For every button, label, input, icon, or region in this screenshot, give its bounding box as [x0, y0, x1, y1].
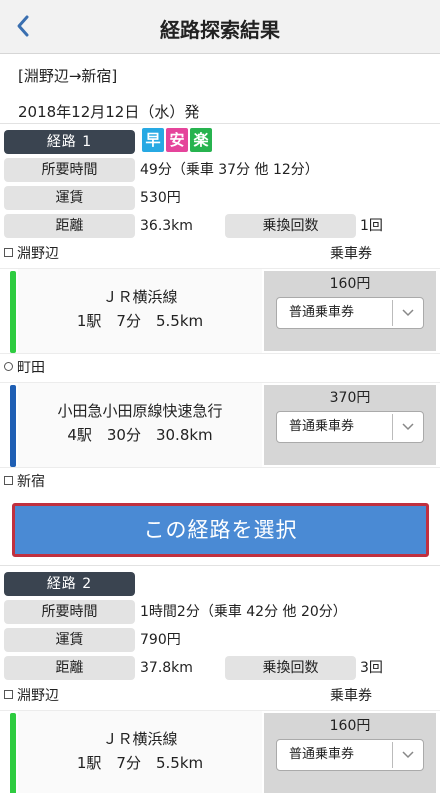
transfer-value: 1回 [360, 218, 383, 234]
line-color-bar [10, 385, 16, 467]
segment-info: ＪＲ横浜線 1駅 7分 5.5km [18, 269, 262, 353]
ticket-type-select[interactable]: 普通乗車券 [276, 739, 424, 771]
station-name: 淵野辺 [17, 246, 59, 262]
select-route-area: この経路を選択 [0, 496, 440, 566]
cheapest-badge: 安 [166, 128, 188, 152]
route-1: 経路 1 早 安 楽 所要時間 49分（乗車 37分 他 12分） 運賃 530… [0, 128, 440, 566]
select-divider [392, 742, 393, 768]
time-row: 所要時間 1時間2分（乗車 42分 他 20分） [0, 598, 440, 626]
line-name: ＪＲ横浜線 [102, 730, 178, 748]
line-detail: 1駅 7分 5.5km [76, 312, 204, 330]
distance-value: 36.3km [140, 218, 193, 234]
route-segment: ＪＲ横浜線 1駅 7分 5.5km 160円 普通乗車券 [0, 710, 440, 793]
station-transfer: 町田 [4, 358, 45, 378]
select-route-button[interactable]: この経路を選択 [12, 503, 429, 557]
route-label: 経路 1 [4, 130, 135, 154]
route-segment: ＪＲ横浜線 1駅 7分 5.5km 160円 普通乗車券 [0, 268, 440, 354]
ticket-type-select[interactable]: 普通乗車券 [276, 297, 424, 329]
select-divider [392, 414, 393, 440]
transfer-value: 3回 [360, 660, 383, 676]
square-marker-icon [4, 248, 13, 257]
transfer-label: 乗換回数 [225, 214, 356, 238]
chevron-down-icon [402, 309, 414, 317]
fastest-badge: 早 [142, 128, 164, 152]
fare-value: 530円 [140, 190, 181, 206]
line-color-bar [10, 713, 16, 793]
fare-label: 運賃 [4, 628, 135, 652]
time-value: 49分（乗車 37分 他 12分） [140, 162, 319, 178]
line-detail: 4駅 30分 30.8km [67, 426, 213, 444]
square-marker-icon [4, 690, 13, 699]
select-divider [392, 300, 393, 326]
route-header: 経路 2 [0, 570, 440, 598]
ticket-type-value: 普通乗車券 [289, 305, 355, 320]
easiest-badge: 楽 [190, 128, 212, 152]
route-segment: 小田急小田原線快速急行 4駅 30分 30.8km 370円 普通乗車券 [0, 382, 440, 468]
fare-row: 運賃 790円 [0, 626, 440, 654]
ticket-type-value: 普通乗車券 [289, 747, 355, 762]
line-detail: 1駅 7分 5.5km [76, 754, 204, 772]
app-header: 経路探索結果 [0, 0, 440, 54]
ticket-header: 乗車券 [330, 688, 372, 704]
line-name: 小田急小田原線快速急行 [57, 402, 223, 420]
segment-info: ＪＲ横浜線 1駅 7分 5.5km [18, 711, 262, 793]
segment-fare-amount: 160円 [329, 276, 371, 292]
circle-marker-icon [4, 362, 13, 371]
route-2: 経路 2 所要時間 1時間2分（乗車 42分 他 20分） 運賃 790円 距離… [0, 570, 440, 793]
station-row: 町田 [0, 354, 440, 382]
departure-datetime: 2018年12月12日（水）発 [18, 103, 200, 121]
station-origin: 淵野辺 [4, 686, 59, 706]
page-title: 経路探索結果 [160, 18, 280, 42]
segment-fare: 370円 普通乗車券 [264, 385, 436, 465]
segment-fare-amount: 370円 [329, 390, 371, 406]
station-origin: 淵野辺 [4, 244, 59, 264]
station-name: 町田 [17, 360, 45, 376]
route-summary: [淵野辺→新宿] [18, 67, 118, 85]
segment-info: 小田急小田原線快速急行 4駅 30分 30.8km [18, 383, 262, 467]
station-row: 淵野辺 乗車券 [0, 682, 440, 710]
station-row: 淵野辺 乗車券 [0, 240, 440, 268]
distance-label: 距離 [4, 656, 135, 680]
distance-row: 距離 36.3km 乗換回数 1回 [0, 212, 440, 240]
chevron-down-icon [402, 751, 414, 759]
transfer-label: 乗換回数 [225, 656, 356, 680]
ticket-type-select[interactable]: 普通乗車券 [276, 411, 424, 443]
station-name: 淵野辺 [17, 688, 59, 704]
distance-label: 距離 [4, 214, 135, 238]
segment-fare-amount: 160円 [329, 718, 371, 734]
fare-value: 790円 [140, 632, 181, 648]
route-label: 経路 2 [4, 572, 135, 596]
time-value: 1時間2分（乗車 42分 他 20分） [140, 604, 347, 620]
time-row: 所要時間 49分（乗車 37分 他 12分） [0, 156, 440, 184]
fare-label: 運賃 [4, 186, 135, 210]
route-badges: 早 安 楽 [142, 128, 212, 152]
fare-row: 運賃 530円 [0, 184, 440, 212]
time-label: 所要時間 [4, 158, 135, 182]
line-color-bar [10, 271, 16, 353]
time-label: 所要時間 [4, 600, 135, 624]
distance-row: 距離 37.8km 乗換回数 3回 [0, 654, 440, 682]
chevron-down-icon [402, 423, 414, 431]
station-name: 新宿 [17, 474, 45, 490]
route-header: 経路 1 早 安 楽 [0, 128, 440, 156]
segment-fare: 160円 普通乗車券 [264, 271, 436, 351]
square-marker-icon [4, 476, 13, 485]
distance-value: 37.8km [140, 660, 193, 676]
station-row: 新宿 [0, 468, 440, 496]
line-name: ＪＲ横浜線 [102, 288, 178, 306]
search-summary: [淵野辺→新宿] 2018年12月12日（水）発 [0, 54, 440, 124]
ticket-type-value: 普通乗車券 [289, 419, 355, 434]
station-destination: 新宿 [4, 472, 45, 492]
segment-fare: 160円 普通乗車券 [264, 713, 436, 793]
ticket-header: 乗車券 [330, 246, 372, 262]
